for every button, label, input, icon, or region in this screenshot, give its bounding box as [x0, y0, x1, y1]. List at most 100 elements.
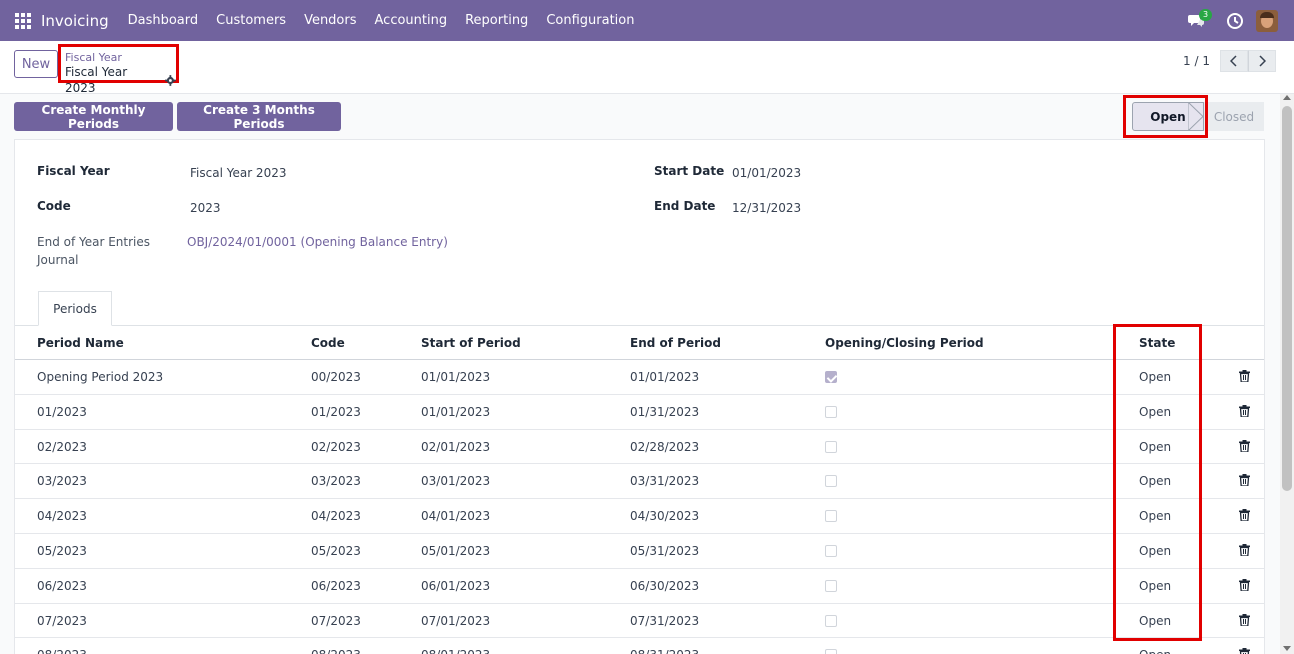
cell-end-of-period: 01/31/2023 [630, 404, 700, 419]
menu-item-reporting[interactable]: Reporting [456, 13, 537, 28]
table-row[interactable]: 08/2023 08/2023 08/01/2023 08/31/2023 Open [15, 638, 1264, 654]
cell-period-name: 08/2023 [37, 648, 87, 654]
table-row[interactable]: 04/2023 04/2023 04/01/2023 04/30/2023 Open [15, 499, 1264, 534]
notebook-tabs: Periods [15, 291, 1264, 326]
code-label: Code [37, 199, 71, 213]
app-name[interactable]: Invoicing [41, 12, 109, 30]
cell-code: 00/2023 [311, 370, 361, 384]
opening-closing-checkbox[interactable] [825, 649, 837, 654]
trash-icon[interactable] [1239, 474, 1250, 487]
menu-item-vendors[interactable]: Vendors [295, 13, 365, 28]
clock-icon[interactable] [1226, 12, 1244, 30]
eoy-journal-link[interactable]: OBJ/2024/01/0001 (Opening Balance Entry) [187, 235, 448, 249]
cell-code: 03/2023 [311, 474, 361, 489]
periods-table-body: Opening Period 2023 00/2023 01/01/2023 01/0… [15, 360, 1264, 654]
cell-start-of-period: 03/01/2023 [421, 474, 491, 489]
top-navbar: Invoicing Dashboard Customers Vendors Ac… [0, 0, 1294, 41]
opening-closing-checkbox[interactable] [825, 579, 837, 592]
trash-icon[interactable] [1239, 543, 1250, 556]
start-date-label: Start Date [654, 164, 725, 178]
status-closed[interactable]: Closed [1204, 102, 1264, 131]
table-row[interactable]: 03/2023 03/2023 03/01/2023 03/31/2023 Open [15, 464, 1264, 500]
end-date-value[interactable]: 12/31/2023 [732, 201, 801, 215]
table-row[interactable]: 06/2023 06/2023 06/01/2023 06/30/2023 Open [15, 569, 1264, 604]
trash-icon[interactable] [1239, 439, 1250, 452]
chat-icon[interactable]: 3 [1188, 8, 1213, 31]
trash-icon[interactable] [1239, 613, 1250, 626]
pager: 1 / 1 [1183, 50, 1294, 72]
opening-closing-checkbox[interactable] [825, 405, 837, 418]
cell-code: 07/2023 [311, 613, 361, 628]
pager-value[interactable]: 1 / 1 [1183, 54, 1210, 68]
trash-icon[interactable] [1239, 404, 1250, 417]
breadcrumb-parent[interactable]: Fiscal Year [65, 51, 176, 64]
opening-closing-checkbox[interactable] [825, 475, 837, 488]
cell-code: 02/2023 [311, 439, 361, 454]
table-row[interactable]: 05/2023 05/2023 05/01/2023 05/31/2023 Open [15, 534, 1264, 569]
cell-state: Open [1139, 509, 1172, 524]
table-row[interactable]: 07/2023 07/2023 07/01/2023 07/31/2023 Open [15, 604, 1264, 639]
menu-item-configuration[interactable]: Configuration [537, 13, 643, 28]
trash-icon[interactable] [1239, 578, 1250, 591]
trash-icon[interactable] [1239, 370, 1250, 382]
cell-start-of-period: 05/01/2023 [421, 543, 491, 558]
cell-end-of-period: 01/01/2023 [630, 370, 700, 384]
breadcrumb-current-row: Fiscal Year 2023 [65, 64, 176, 96]
cell-state: Open [1139, 370, 1172, 384]
table-row[interactable]: Opening Period 2023 00/2023 01/01/2023 01/0… [15, 360, 1264, 395]
scroll-down-arrow-icon[interactable] [1283, 646, 1291, 651]
column-start-of-period[interactable]: Start of Period [421, 336, 521, 350]
page-scrollbar[interactable] [1280, 94, 1294, 654]
chevron-right-icon [1259, 55, 1266, 67]
table-row[interactable]: 02/2023 02/2023 02/01/2023 02/28/2023 Open [15, 430, 1264, 465]
cell-end-of-period: 04/30/2023 [630, 509, 700, 524]
cell-code: 06/2023 [311, 578, 361, 593]
cell-code: 05/2023 [311, 543, 361, 558]
opening-closing-checkbox[interactable] [825, 544, 837, 557]
end-date-label: End Date [654, 199, 716, 213]
trash-icon[interactable] [1239, 509, 1250, 522]
code-value[interactable]: 2023 [190, 201, 221, 215]
user-avatar[interactable] [1256, 9, 1278, 32]
cell-start-of-period: 01/01/2023 [421, 370, 491, 384]
pager-next-button[interactable] [1248, 50, 1276, 72]
create-monthly-periods-button[interactable]: Create Monthly Periods [14, 102, 173, 131]
opening-closing-checkbox[interactable] [825, 371, 837, 383]
column-opening-closing-period[interactable]: Opening/Closing Period [825, 336, 984, 350]
scrollbar-thumb[interactable] [1282, 106, 1292, 491]
apps-grid-icon[interactable] [15, 12, 31, 29]
tab-periods[interactable]: Periods [38, 291, 112, 326]
create-3-months-periods-button[interactable]: Create 3 Months Periods [177, 102, 341, 131]
gear-icon[interactable] [165, 74, 176, 86]
fiscal-year-label: Fiscal Year [37, 164, 110, 178]
cell-period-name: 06/2023 [37, 578, 87, 593]
cell-period-name: 03/2023 [37, 474, 87, 489]
menu-item-dashboard[interactable]: Dashboard [119, 13, 208, 28]
cell-state: Open [1139, 543, 1172, 558]
cell-state: Open [1139, 613, 1172, 628]
trash-icon[interactable] [1239, 648, 1250, 654]
column-code[interactable]: Code [311, 336, 345, 350]
column-period-name[interactable]: Period Name [37, 336, 124, 350]
start-date-value[interactable]: 01/01/2023 [732, 166, 801, 180]
opening-closing-checkbox[interactable] [825, 440, 837, 453]
menu-item-customers[interactable]: Customers [207, 13, 295, 28]
menu-item-accounting[interactable]: Accounting [366, 13, 457, 28]
cell-start-of-period: 01/01/2023 [421, 404, 491, 419]
table-row[interactable]: 01/2023 01/2023 01/01/2023 01/31/2023 Open [15, 395, 1264, 430]
pager-previous-button[interactable] [1220, 50, 1248, 72]
cell-period-name: 01/2023 [37, 404, 87, 419]
breadcrumb-current: Fiscal Year 2023 [65, 65, 128, 95]
cell-end-of-period: 06/30/2023 [630, 578, 700, 593]
cell-period-name: 07/2023 [37, 613, 87, 628]
scroll-up-arrow-icon[interactable] [1283, 95, 1291, 100]
cell-end-of-period: 07/31/2023 [630, 613, 700, 628]
fiscal-year-value[interactable]: Fiscal Year 2023 [190, 166, 286, 180]
cell-state: Open [1139, 404, 1172, 419]
new-button[interactable]: New [14, 50, 58, 78]
opening-closing-checkbox[interactable] [825, 614, 837, 627]
cell-period-name: 05/2023 [37, 543, 87, 558]
column-end-of-period[interactable]: End of Period [630, 336, 721, 350]
column-state[interactable]: State [1139, 336, 1175, 350]
opening-closing-checkbox[interactable] [825, 510, 837, 523]
